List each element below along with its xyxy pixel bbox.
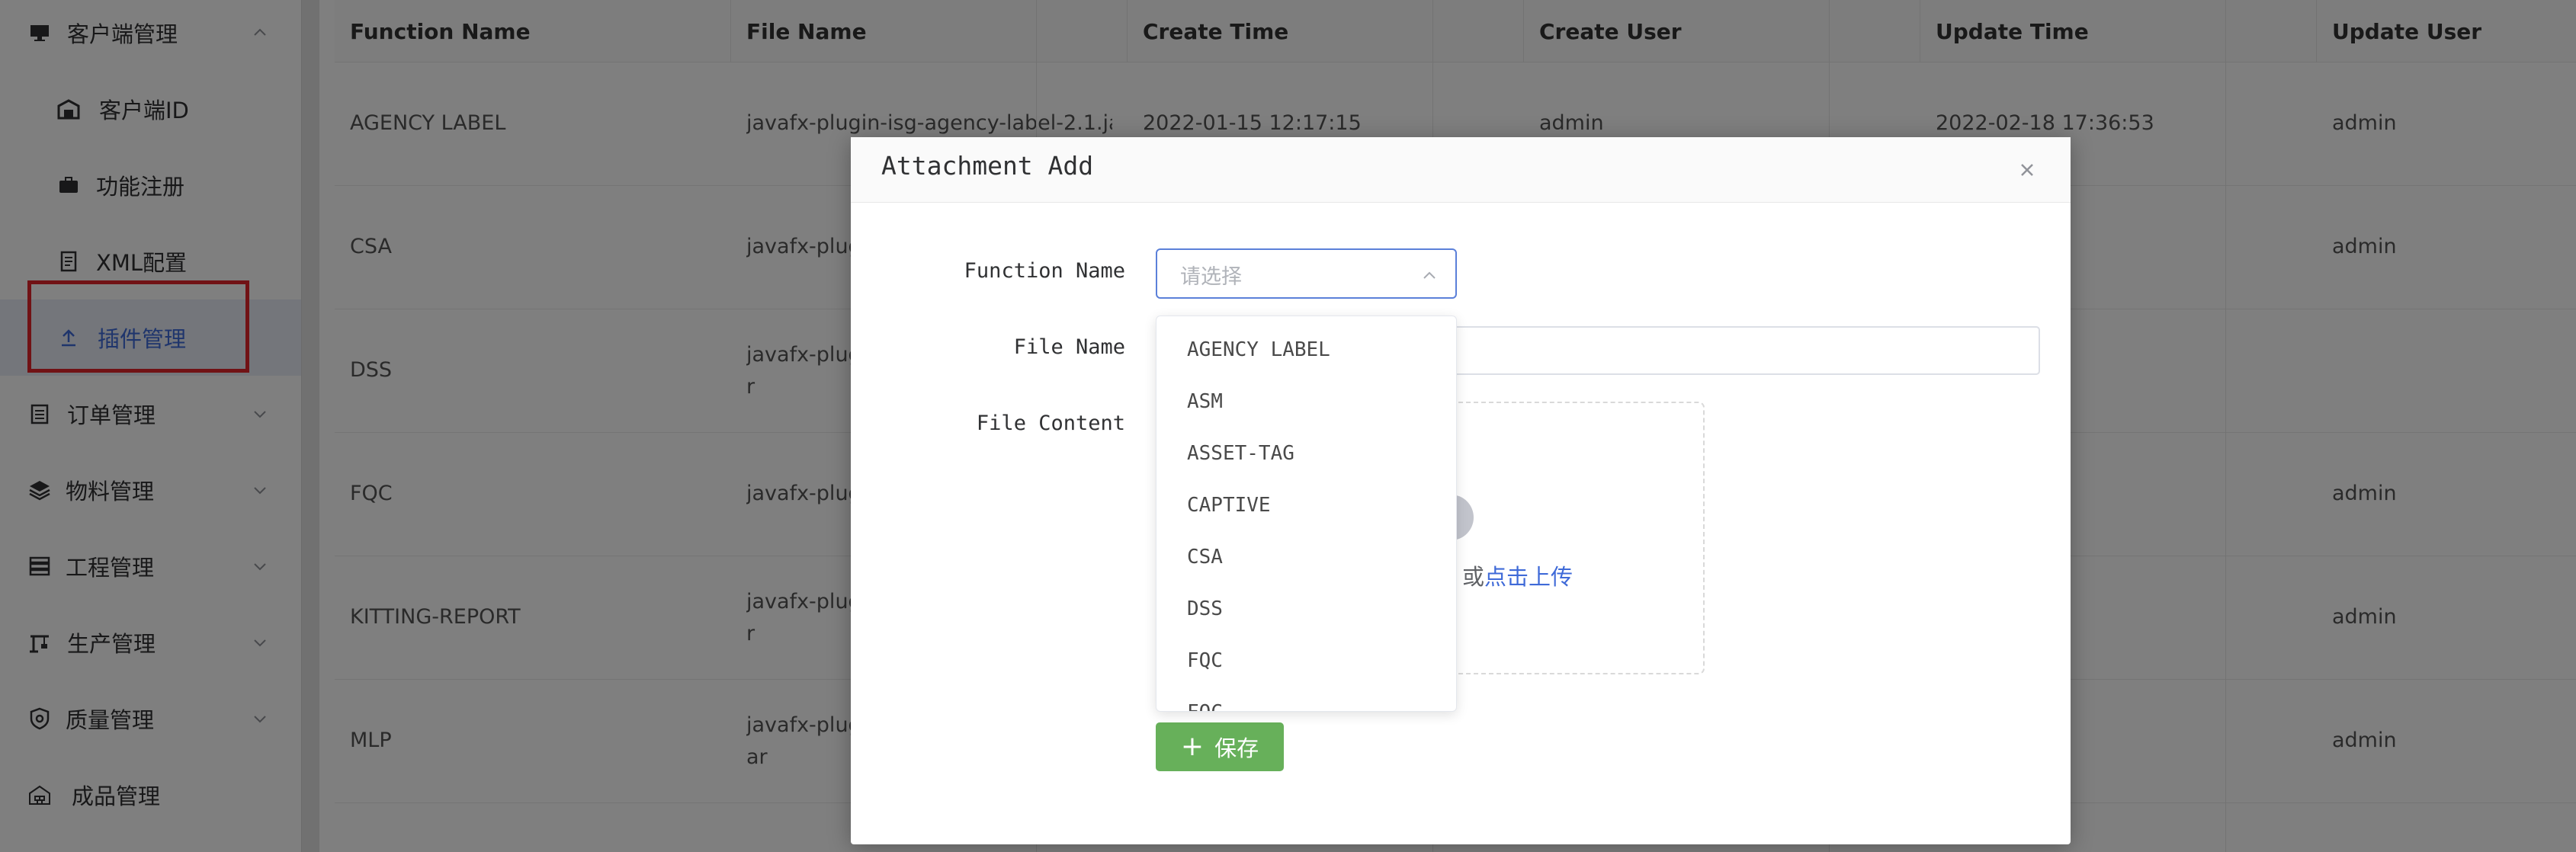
dialog-header: Attachment Add: [851, 137, 2071, 203]
dropdown-option[interactable]: FQC: [1156, 635, 1456, 687]
dialog-title: Attachment Add: [881, 151, 1094, 181]
upload-prefix: 或: [1462, 564, 1485, 590]
dropdown-option[interactable]: CAPTIVE: [1156, 479, 1456, 531]
function-name-label: Function Name: [964, 259, 1125, 283]
function-name-select[interactable]: 请选择: [1156, 248, 1457, 299]
function-name-dropdown: AGENCY LABEL ASM ASSET-TAG CAPTIVE CSA D…: [1156, 315, 1457, 712]
dropdown-option[interactable]: CSA: [1156, 531, 1456, 583]
dropdown-option[interactable]: FQC: [1156, 687, 1456, 711]
dropdown-option[interactable]: ASM: [1156, 376, 1456, 428]
click-to-upload-link[interactable]: 点击上传: [1484, 564, 1573, 590]
dropdown-option[interactable]: DSS: [1156, 583, 1456, 635]
chevron-up-icon: [1423, 271, 1436, 279]
dropdown-option[interactable]: AGENCY LABEL: [1156, 324, 1456, 376]
close-icon[interactable]: [2016, 159, 2039, 181]
save-button[interactable]: + 保存: [1156, 722, 1284, 771]
dropdown-option[interactable]: ASSET-TAG: [1156, 428, 1456, 479]
file-name-label: File Name: [1013, 335, 1125, 359]
upload-hint: 或点击上传: [1462, 559, 1573, 591]
select-placeholder: 请选择: [1180, 265, 1242, 289]
file-content-label: File Content: [976, 412, 1125, 435]
plus-icon: +: [1180, 731, 1205, 762]
save-button-label: 保存: [1214, 735, 1259, 761]
attachment-add-dialog: Attachment Add Function Name 请选择 File Na…: [851, 137, 2071, 844]
